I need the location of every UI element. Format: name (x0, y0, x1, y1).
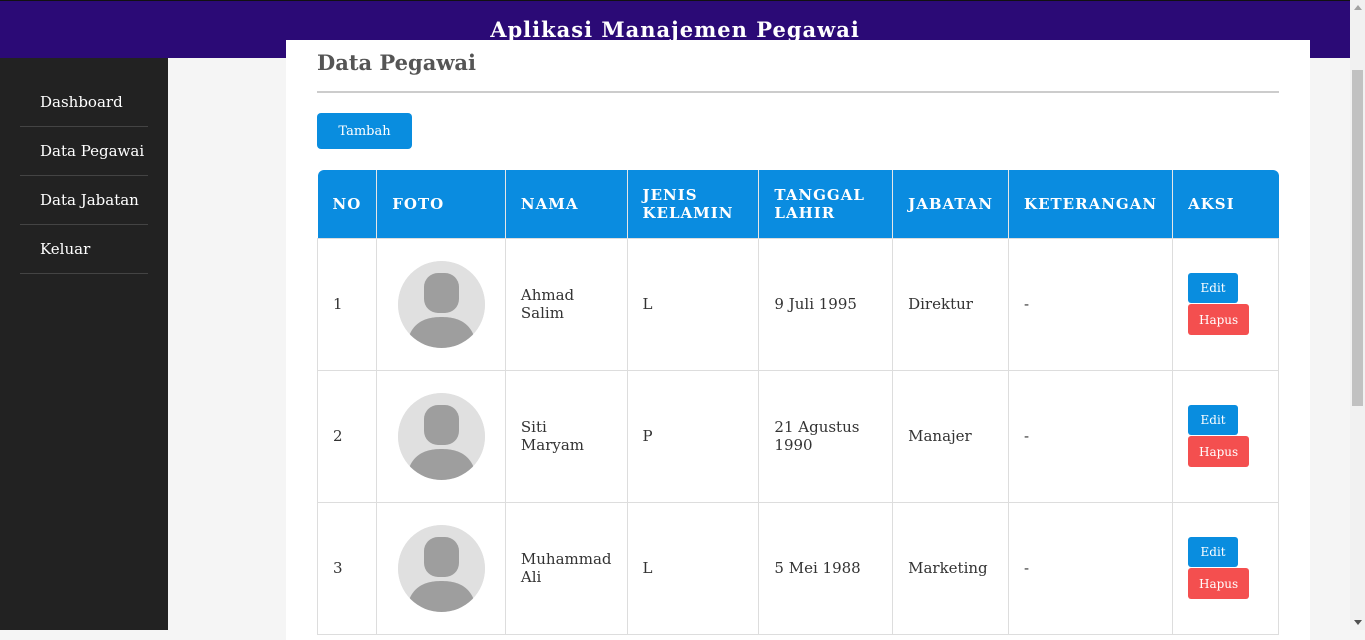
sidebar-item-label: Dashboard (40, 93, 123, 111)
cell-no: 1 (316, 237, 378, 371)
user-avatar-icon (398, 392, 486, 480)
cell-nama: Muhammad Ali (504, 501, 628, 635)
cell-tanggal-lahir: 9 Juli 1995 (758, 237, 894, 371)
table-row: 2 Siti Maryam P 21 Agustus 1990 Manajer … (316, 369, 1279, 503)
column-header-nama: NAMA (505, 170, 628, 238)
cell-keterangan: - (1008, 501, 1174, 635)
cell-nama: Siti Maryam (504, 369, 628, 503)
table-header-row: NO FOTO NAMA JENIS KELAMIN TANGGAL LAHIR… (317, 170, 1279, 238)
cell-foto (376, 501, 506, 635)
sidebar-item-data-pegawai[interactable]: Data Pegawai (20, 127, 148, 176)
edit-button[interactable]: Edit (1188, 537, 1239, 567)
delete-button[interactable]: Hapus (1188, 304, 1250, 335)
app-title: Aplikasi Manajemen Pegawai (490, 17, 860, 42)
scroll-down-arrow-icon[interactable] (1350, 615, 1365, 630)
column-header-no: NO (317, 170, 378, 238)
scroll-up-arrow-icon[interactable] (1350, 0, 1365, 15)
employee-table: NO FOTO NAMA JENIS KELAMIN TANGGAL LAHIR… (316, 170, 1279, 635)
user-avatar-icon (398, 524, 486, 612)
cell-no: 2 (316, 369, 378, 503)
column-header-aksi: AKSI (1172, 170, 1279, 238)
cell-tanggal-lahir: 21 Agustus 1990 (758, 369, 894, 503)
scrollbar-thumb[interactable] (1352, 70, 1363, 406)
main-content: Data Pegawai Tambah NO FOTO NAMA JENIS K… (286, 40, 1310, 640)
edit-button[interactable]: Edit (1188, 273, 1239, 303)
cell-jenis-kelamin: L (626, 237, 760, 371)
sidebar-item-label: Data Jabatan (40, 191, 139, 209)
cell-keterangan: - (1008, 237, 1174, 371)
column-header-jenis-kelamin: JENIS KELAMIN (627, 170, 760, 238)
column-header-tanggal-lahir: TANGGAL LAHIR (758, 170, 894, 238)
cell-jabatan: Marketing (892, 501, 1010, 635)
cell-no: 3 (316, 501, 378, 635)
delete-button[interactable]: Hapus (1188, 436, 1250, 467)
user-avatar-icon (398, 260, 486, 348)
cell-foto (376, 237, 506, 371)
column-header-keterangan: KETERANGAN (1008, 170, 1174, 238)
cell-aksi: Edit Hapus (1172, 501, 1279, 635)
cell-tanggal-lahir: 5 Mei 1988 (758, 501, 894, 635)
cell-jabatan: Direktur (892, 237, 1010, 371)
table-row: 3 Muhammad Ali L 5 Mei 1988 Marketing - … (316, 501, 1279, 635)
column-header-foto: FOTO (376, 170, 506, 238)
sidebar: Dashboard Data Pegawai Data Jabatan Kelu… (0, 58, 168, 630)
sidebar-item-data-jabatan[interactable]: Data Jabatan (20, 176, 148, 225)
delete-button[interactable]: Hapus (1188, 568, 1250, 599)
cell-nama: Ahmad Salim (504, 237, 628, 371)
sidebar-item-dashboard[interactable]: Dashboard (20, 78, 148, 127)
cell-foto (376, 369, 506, 503)
table-row: 1 Ahmad Salim L 9 Juli 1995 Direktur - E… (316, 237, 1279, 371)
cell-jabatan: Manajer (892, 369, 1010, 503)
cell-jenis-kelamin: L (626, 501, 760, 635)
title-divider (317, 91, 1279, 93)
sidebar-item-keluar[interactable]: Keluar (20, 225, 148, 274)
add-employee-button[interactable]: Tambah (317, 113, 412, 149)
cell-keterangan: - (1008, 369, 1174, 503)
cell-jenis-kelamin: P (626, 369, 760, 503)
cell-aksi: Edit Hapus (1172, 237, 1279, 371)
cell-aksi: Edit Hapus (1172, 369, 1279, 503)
sidebar-item-label: Keluar (40, 240, 91, 258)
column-header-jabatan: JABATAN (892, 170, 1010, 238)
sidebar-item-label: Data Pegawai (40, 142, 145, 160)
page-title: Data Pegawai (317, 50, 476, 75)
vertical-scrollbar[interactable] (1350, 0, 1365, 630)
edit-button[interactable]: Edit (1188, 405, 1239, 435)
